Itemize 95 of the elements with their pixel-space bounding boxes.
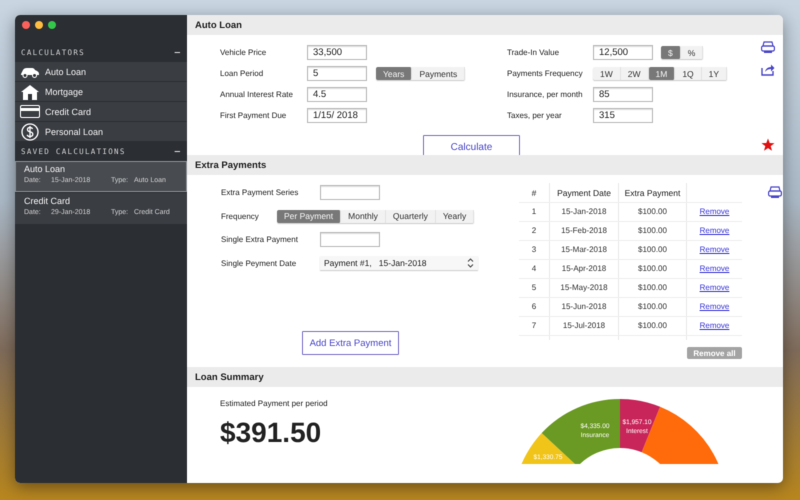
- zoom-button[interactable]: [48, 21, 56, 29]
- printer-icon: [768, 186, 782, 199]
- input-field[interactable]: 12,500: [593, 45, 653, 60]
- table-cell: $100.00: [618, 278, 686, 298]
- section-title: Extra Payments: [187, 155, 783, 175]
- table-cell: 6: [519, 298, 550, 316]
- input-field[interactable]: 4.5: [307, 87, 367, 102]
- remove-link[interactable]: Remove: [700, 264, 730, 273]
- table-cell: 2: [519, 222, 550, 240]
- remove-link[interactable]: Remove: [700, 321, 730, 330]
- segment-button[interactable]: Monthly: [341, 210, 386, 223]
- table-cell: 15-Jun-2018: [550, 298, 618, 316]
- column-header: #: [519, 183, 550, 202]
- segment-button[interactable]: Yearly: [436, 210, 474, 223]
- credit-card-icon: [20, 105, 40, 118]
- calculator-label: Personal Loan: [45, 126, 104, 136]
- field-label: Insurance, per month: [507, 90, 584, 99]
- collapse-toggle[interactable]: –: [174, 146, 180, 156]
- table-cell: 15-Feb-2018: [550, 222, 618, 240]
- calculator-label: Credit Card: [45, 106, 92, 116]
- table-cell: 4: [519, 260, 550, 278]
- segment-button[interactable]: Per Payment: [277, 210, 342, 223]
- field-label: Payments Frequency: [507, 69, 584, 78]
- field-label: Single Peyment Date: [221, 258, 298, 268]
- input-field[interactable]: 315: [593, 108, 653, 123]
- table-cell: 15-May-2018: [550, 278, 618, 298]
- segment-button[interactable]: $: [661, 46, 681, 59]
- add-extra-payment-button[interactable]: Add Extra Payment: [302, 331, 399, 355]
- section-title: Auto Loan: [187, 15, 783, 35]
- star-icon: [761, 138, 775, 151]
- table-cell: 3: [519, 240, 550, 260]
- updown-icon: [467, 258, 474, 268]
- table-cell: 7: [519, 316, 550, 336]
- table-cell: 1: [519, 202, 550, 222]
- remove-link[interactable]: Remove: [700, 302, 730, 311]
- table-cell: $100.00: [618, 260, 686, 278]
- field-label: Loan Period: [220, 69, 264, 78]
- table-cell: 15-Jul-2018: [550, 316, 618, 336]
- field-label: First Payment Due: [220, 111, 288, 120]
- collapse-toggle[interactable]: –: [174, 48, 180, 58]
- payment-date-dropdown[interactable]: Payment #1, 15-Jan-2018: [320, 256, 478, 270]
- input-field[interactable]: 85: [593, 87, 653, 102]
- share-icon: [761, 63, 775, 76]
- table-cell: $100.00: [618, 316, 686, 336]
- field-label: Frequency: [221, 212, 260, 221]
- table-cell: $100.00: [618, 222, 686, 240]
- field-label: Single Extra Payment: [221, 235, 299, 244]
- field-label: Extra Payment Series: [221, 188, 300, 198]
- dollar-icon: [21, 122, 39, 140]
- input-field[interactable]: [320, 185, 380, 200]
- close-button[interactable]: [22, 21, 30, 29]
- table-cell: 15-Jan-2018: [550, 202, 618, 222]
- estimated-payment: $391.50: [220, 417, 322, 449]
- calculator-item[interactable]: Mortgage: [15, 82, 187, 101]
- calculator-item[interactable]: Auto Loan: [15, 62, 187, 81]
- input-field[interactable]: 5: [307, 66, 367, 81]
- calculator-item[interactable]: Credit Card: [15, 102, 187, 121]
- remove-link[interactable]: Remove: [700, 226, 730, 235]
- input-field[interactable]: 1/15/ 2018: [307, 108, 367, 123]
- saved-title: Credit Card: [24, 196, 72, 206]
- segment-button[interactable]: Quarterly: [386, 210, 436, 223]
- minimize-button[interactable]: [35, 21, 43, 29]
- table-cell: 15-Apr-2018: [550, 260, 618, 278]
- field-label: Trade-In Value: [507, 48, 560, 57]
- estimate-label: Estimated Payment per period: [220, 399, 329, 408]
- segment-button[interactable]: Payments: [412, 67, 466, 80]
- saved-title: Auto Loan: [24, 164, 66, 174]
- remove-link[interactable]: Remove: [700, 283, 730, 292]
- table-cell: $100.00: [618, 202, 686, 222]
- segment-button[interactable]: Years: [376, 67, 412, 80]
- table-cell: $100.00: [618, 240, 686, 260]
- segment-button[interactable]: 1Q: [675, 67, 702, 80]
- table-cell: 5: [519, 278, 550, 298]
- column-header: Payment Date: [550, 183, 618, 202]
- calculator-item[interactable]: Personal Loan: [15, 122, 187, 141]
- car-icon: [19, 65, 41, 78]
- column-header: Extra Payment: [618, 183, 686, 202]
- house-icon: [20, 84, 40, 100]
- remove-link[interactable]: Remove: [700, 245, 730, 254]
- field-label: Vehicle Price: [220, 48, 268, 57]
- section-title: Loan Summary: [187, 367, 783, 387]
- segment-button[interactable]: 1W: [593, 67, 621, 80]
- calculator-label: Auto Loan: [45, 66, 86, 76]
- segment-button[interactable]: 1Y: [702, 67, 728, 80]
- printer-icon: [761, 41, 775, 54]
- segment-button[interactable]: %: [680, 46, 704, 59]
- table-cell: 15-Mar-2018: [550, 240, 618, 260]
- input-field[interactable]: 33,500: [307, 45, 367, 60]
- table-cell: $100.00: [618, 298, 686, 316]
- calculator-label: Mortgage: [45, 86, 84, 96]
- input-field[interactable]: [320, 232, 380, 248]
- field-label: Annual Interest Rate: [220, 90, 294, 99]
- remove-link[interactable]: Remove: [700, 207, 730, 216]
- segment-button[interactable]: 1M: [648, 67, 676, 80]
- field-label: Taxes, per year: [507, 111, 563, 120]
